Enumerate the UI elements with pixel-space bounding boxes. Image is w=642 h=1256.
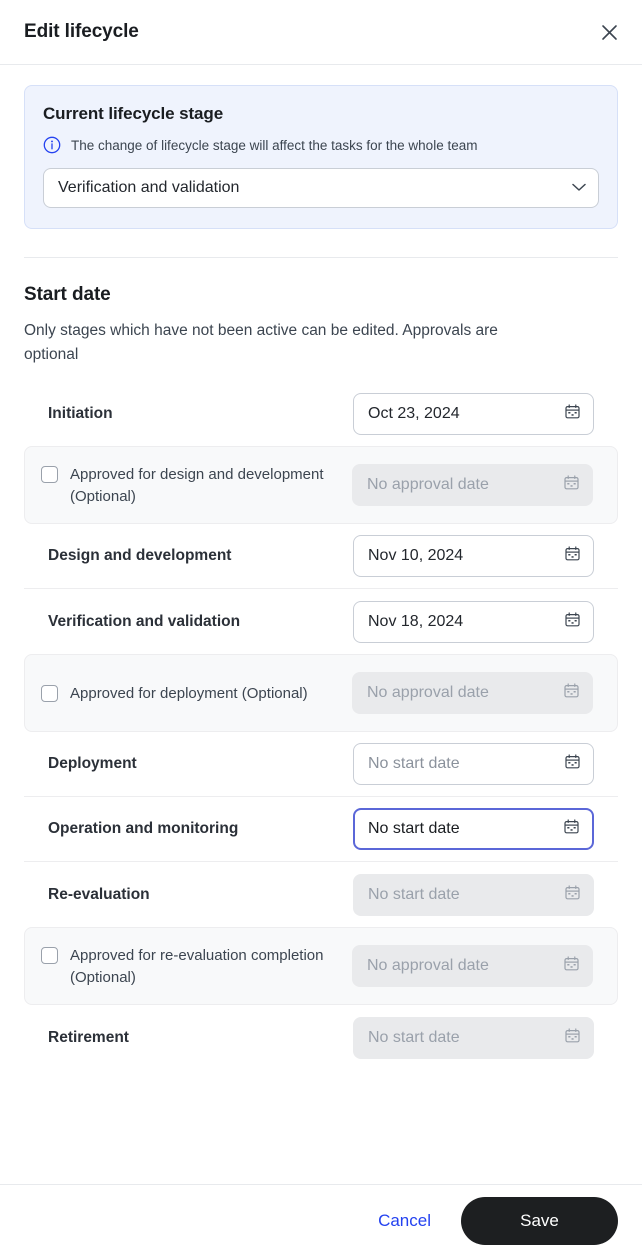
dialog-footer: Cancel Save	[0, 1184, 642, 1256]
stage-row-label: Verification and validation	[48, 612, 241, 630]
calendar-icon[interactable]	[565, 1027, 580, 1048]
info-circle-icon	[43, 136, 61, 154]
stage-row-label: Deployment	[48, 755, 137, 773]
calendar-icon[interactable]	[564, 475, 579, 495]
calendar-icon[interactable]	[564, 683, 579, 703]
approval-label: Approved for deployment (Optional)	[70, 685, 308, 703]
stage-row: Verification and validation Nov 18, 2024	[24, 589, 618, 654]
approval-label: Approved for design and development (Opt…	[70, 466, 324, 506]
approval-date-field-value: No approval date	[367, 476, 489, 494]
approval-row: Approved for design and development (Opt…	[24, 446, 618, 525]
close-button[interactable]	[594, 17, 624, 47]
cancel-button[interactable]: Cancel	[362, 1201, 447, 1241]
calendar-icon[interactable]	[564, 819, 579, 839]
approval-left: Approved for design and development (Opt…	[41, 462, 352, 508]
dialog-header: Edit lifecycle	[0, 0, 642, 65]
start-date-field-value: Nov 10, 2024	[368, 547, 464, 565]
approval-date-field: No approval date	[352, 672, 593, 715]
start-date-field-value: No start date	[368, 755, 460, 773]
start-date-field-value: No start date	[368, 885, 460, 903]
start-date-field[interactable]: Nov 18, 2024	[353, 600, 594, 643]
calendar-icon[interactable]	[565, 884, 580, 905]
start-date-field[interactable]: No start date	[353, 743, 594, 786]
stage-list: Initiation Oct 23, 2024 Approved for desig…	[24, 381, 618, 1070]
current-stage-title: Current lifecycle stage	[43, 104, 224, 123]
current-lifecycle-stage-panel: Current lifecycle stage The change of li…	[24, 85, 618, 229]
calendar-icon[interactable]	[564, 956, 579, 976]
stage-row: Retirement No start date	[24, 1005, 618, 1070]
current-stage-note-text: The change of lifecycle stage will affec…	[71, 137, 478, 153]
start-date-field-value: Oct 23, 2024	[368, 404, 460, 422]
approval-left: Approved for deployment (Optional)	[41, 681, 308, 705]
approval-date-field-value: No approval date	[367, 957, 489, 975]
stage-row-label: Re-evaluation	[48, 885, 150, 903]
stage-row: Initiation Oct 23, 2024	[24, 381, 618, 446]
approval-checkbox[interactable]	[41, 947, 58, 965]
start-date-field-value: No start date	[368, 820, 460, 838]
approval-label: Approved for re-evaluation completion (O…	[70, 947, 324, 987]
stage-row: Deployment No start date	[24, 732, 618, 798]
edit-lifecycle-dialog: Edit lifecycle Current lifecycle stage T…	[0, 0, 642, 1256]
approval-date-field: No approval date	[352, 945, 593, 988]
section-divider	[24, 257, 618, 258]
start-date-field[interactable]: Oct 23, 2024	[353, 392, 594, 435]
close-icon	[601, 24, 618, 41]
start-date-field: No start date	[353, 1016, 594, 1059]
start-date-title: Start date	[24, 284, 111, 305]
lifecycle-stage-select-value: Verification and validation	[58, 179, 240, 196]
approval-date-field-value: No approval date	[367, 684, 489, 702]
approval-checkbox[interactable]	[41, 466, 58, 484]
approval-date-field: No approval date	[352, 464, 593, 507]
start-date-field-value: No start date	[368, 1028, 460, 1046]
calendar-icon[interactable]	[565, 546, 580, 566]
current-stage-note: The change of lifecycle stage will affec…	[43, 136, 599, 154]
lifecycle-stage-select[interactable]: Verification and validation	[43, 168, 599, 208]
approval-checkbox[interactable]	[41, 685, 58, 703]
start-date-field[interactable]: Nov 10, 2024	[353, 535, 594, 578]
stage-row-label: Design and development	[48, 547, 232, 565]
stage-row: Re-evaluation No start date	[24, 862, 618, 927]
approval-left: Approved for re-evaluation completion (O…	[41, 943, 352, 989]
start-date-field: No start date	[353, 873, 594, 916]
approval-row: Approved for re-evaluation completion (O…	[24, 927, 618, 1006]
chevron-down-icon	[572, 179, 586, 197]
start-date-field-value: Nov 18, 2024	[368, 612, 464, 630]
start-date-field[interactable]: No start date	[353, 808, 594, 851]
stage-row: Design and development Nov 10, 2024	[24, 524, 618, 590]
calendar-icon[interactable]	[565, 754, 580, 774]
stage-row-label: Operation and monitoring	[48, 820, 239, 838]
calendar-icon[interactable]	[565, 611, 580, 632]
stage-row-label: Initiation	[48, 404, 113, 422]
save-button[interactable]: Save	[461, 1196, 618, 1245]
page-title: Edit lifecycle	[24, 21, 139, 42]
start-date-description: Only stages which have not been active c…	[24, 322, 498, 364]
approval-row: Approved for deployment (Optional) No app…	[24, 654, 618, 733]
stage-row: Operation and monitoring No start date	[24, 797, 618, 863]
calendar-icon[interactable]	[565, 403, 580, 424]
dialog-body: Current lifecycle stage The change of li…	[0, 65, 642, 1184]
stage-row-label: Retirement	[48, 1028, 129, 1046]
